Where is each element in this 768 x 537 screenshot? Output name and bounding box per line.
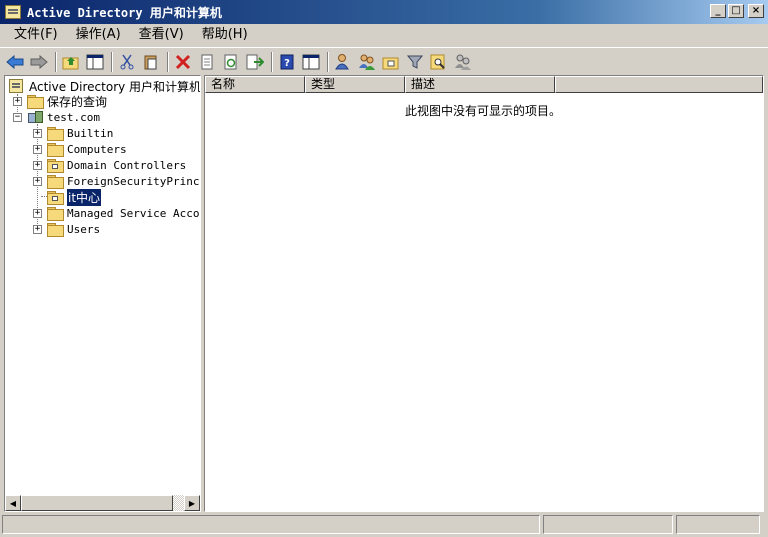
export-list-icon[interactable]	[244, 51, 266, 73]
toolbar-separator	[167, 51, 169, 72]
minimize-button[interactable]: _	[710, 4, 726, 18]
paste-icon[interactable]	[140, 51, 162, 73]
help-icon[interactable]: ?	[276, 51, 298, 73]
tree-item-domain[interactable]: test.com	[27, 109, 100, 125]
maximize-button[interactable]: □	[728, 4, 744, 18]
tree-item-foreign-security-principals[interactable]: ForeignSecurityPrincipals	[47, 173, 200, 189]
expand-foreign-security-principals[interactable]: +	[33, 177, 42, 186]
console-tree[interactable]: Active Directory 用户和计算机 + 保存的查询 − test.c…	[4, 75, 201, 512]
menu-help[interactable]: 帮助(H)	[196, 25, 254, 45]
folder-icon	[47, 207, 64, 221]
empty-list-message: 此视图中没有可显示的项目。	[405, 104, 562, 118]
forward-icon[interactable]	[28, 51, 50, 73]
ou-folder-icon	[47, 159, 64, 173]
tree-item-label: Managed Service Accounts	[67, 206, 200, 220]
close-button[interactable]: ×	[748, 4, 764, 18]
status-cell-main	[2, 515, 540, 534]
column-type-header[interactable]: 类型	[305, 76, 405, 93]
expand-users[interactable]: +	[33, 225, 42, 234]
scroll-track[interactable]	[21, 495, 184, 511]
menu-action[interactable]: 操作(A)	[70, 25, 127, 45]
tree-item-computers[interactable]: Computers	[47, 141, 127, 157]
properties-icon[interactable]	[196, 51, 218, 73]
window-title: Active Directory 用户和计算机	[27, 5, 222, 20]
app-icon[interactable]	[5, 5, 21, 19]
show-hide-console-tree-icon[interactable]	[84, 51, 106, 73]
column-filler	[555, 76, 763, 93]
tree-item-builtin[interactable]: Builtin	[47, 125, 113, 141]
horizontal-scrollbar[interactable]: ◀ ▶	[5, 495, 200, 511]
new-group-icon[interactable]	[356, 51, 378, 73]
scroll-thumb[interactable]	[21, 495, 173, 511]
scroll-left-icon[interactable]: ◀	[5, 495, 21, 511]
collapse-domain[interactable]: −	[13, 113, 22, 122]
status-cell-2	[543, 515, 673, 534]
folder-icon	[47, 143, 64, 157]
toolbar-separator	[55, 51, 57, 72]
cut-icon[interactable]	[116, 51, 138, 73]
tree-item-label: 保存的查询	[47, 94, 108, 109]
status-cell-3	[676, 515, 760, 534]
back-icon[interactable]	[4, 51, 26, 73]
svg-text:?: ?	[284, 58, 290, 69]
tree-item-label: Computers	[67, 142, 127, 156]
tree-item-label-selected: it中心	[65, 187, 103, 207]
expand-managed-service-accounts[interactable]: +	[33, 209, 42, 218]
up-folder-icon[interactable]	[60, 51, 82, 73]
filter-icon[interactable]	[404, 51, 426, 73]
toolbar-separator	[271, 51, 273, 72]
menu-file[interactable]: 文件(F)	[8, 25, 64, 45]
add-to-group-icon[interactable]	[452, 51, 474, 73]
refresh-icon[interactable]	[220, 51, 242, 73]
toolbar-separator	[111, 51, 113, 72]
tree-item-users[interactable]: Users	[47, 221, 100, 237]
menu-bar: 文件(F) 操作(A) 查看(V) 帮助(H)	[0, 24, 768, 46]
scroll-right-icon[interactable]: ▶	[184, 495, 200, 511]
column-name-header[interactable]: 名称	[205, 76, 305, 93]
tree-item-label: Users	[67, 222, 101, 236]
tree-item-label: Builtin	[67, 126, 114, 140]
domain-icon	[27, 110, 43, 124]
delete-icon[interactable]	[172, 51, 194, 73]
tree-item-label: Domain Controllers	[67, 158, 187, 172]
tree-item-saved-queries[interactable]: 保存的查询	[27, 93, 107, 109]
show-details-icon[interactable]	[300, 51, 322, 73]
toolbar: ?	[0, 47, 768, 75]
folder-icon	[47, 127, 64, 141]
tree-item-it-center[interactable]: it中心	[47, 187, 103, 207]
snapin-icon	[9, 79, 23, 93]
folder-icon	[27, 95, 44, 109]
title-bar[interactable]: Active Directory 用户和计算机 _ □ ×	[0, 0, 768, 24]
folder-icon	[47, 175, 64, 189]
new-ou-icon[interactable]	[380, 51, 402, 73]
expand-builtin[interactable]: +	[33, 129, 42, 138]
tree-item-domain-controllers[interactable]: Domain Controllers	[47, 157, 186, 173]
folder-icon	[47, 223, 64, 237]
expand-computers[interactable]: +	[33, 145, 42, 154]
toolbar-separator	[327, 51, 329, 72]
tree-item-label: ForeignSecurityPrincipals	[67, 174, 200, 188]
list-header: 名称 类型 描述	[205, 76, 763, 93]
tree-item-managed-service-accounts[interactable]: Managed Service Accounts	[47, 205, 200, 221]
menu-view[interactable]: 查看(V)	[133, 25, 190, 45]
status-bar	[0, 514, 768, 537]
find-icon[interactable]	[428, 51, 450, 73]
details-list[interactable]: 名称 类型 描述 此视图中没有可显示的项目。	[204, 75, 764, 512]
expand-saved-queries[interactable]: +	[13, 97, 22, 106]
column-description-header[interactable]: 描述	[405, 76, 555, 93]
ou-folder-icon	[47, 191, 64, 205]
new-user-icon[interactable]	[332, 51, 354, 73]
expand-domain-controllers[interactable]: +	[33, 161, 42, 170]
tree-item-label: test.com	[47, 110, 100, 124]
